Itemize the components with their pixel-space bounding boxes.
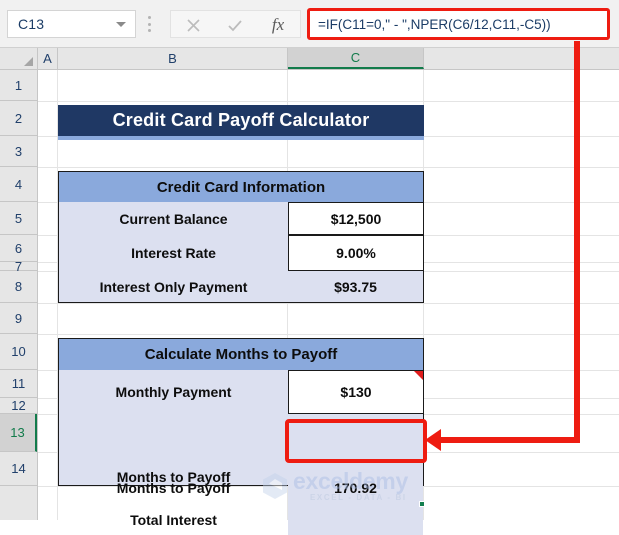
row-header-10[interactable]: 10 (0, 334, 37, 370)
interest-rate-value[interactable]: 9.00% (288, 235, 424, 271)
column-header-b[interactable]: B (58, 48, 288, 69)
monthly-payment-label: Monthly Payment (115, 384, 232, 400)
title-underline (58, 136, 424, 140)
calculate-months-to-payoff-header-label: Calculate Months to Payoff (144, 346, 338, 363)
spreadsheet-grid[interactable]: A B C 1 2 3 4 5 6 7 8 9 10 11 12 13 14 C… (0, 48, 619, 535)
row-header-2[interactable]: 2 (0, 101, 37, 136)
formula-bar-icon-group: fx (170, 10, 301, 38)
row-header-5[interactable]: 5 (0, 202, 37, 235)
gridline-row-8 (38, 303, 619, 304)
annotation-connector-vertical (574, 41, 580, 443)
row-header-9[interactable]: 9 (0, 303, 37, 334)
formula-input[interactable]: =IF(C11=0," - ",NPER(C6/12,C11,-C5)) (307, 8, 610, 40)
row-header-column: 1 2 3 4 5 6 7 8 9 10 11 12 13 14 (0, 70, 38, 520)
row-header-14[interactable]: 14 (0, 452, 37, 486)
column-header-row: A B C (0, 48, 619, 70)
total-interest-label: Total Interest (130, 512, 217, 528)
close-icon[interactable] (171, 11, 215, 39)
annotation-connector-horizontal (440, 437, 580, 443)
row-header-11[interactable]: 11 (0, 370, 37, 398)
formula-text: =IF(C11=0," - ",NPER(C6/12,C11,-C5)) (318, 16, 551, 32)
row-header-8[interactable]: 8 (0, 271, 37, 303)
row-header-12[interactable]: 12 (0, 398, 37, 414)
formula-bar-ellipsis-handle[interactable] (148, 16, 151, 32)
name-box-value: C13 (18, 16, 45, 32)
comment-indicator-icon (414, 371, 423, 380)
current-balance-value[interactable]: $12,500 (288, 202, 424, 235)
row-header-4[interactable]: 4 (0, 167, 37, 202)
current-balance-label: Current Balance (119, 210, 228, 227)
row-header-3[interactable]: 3 (0, 136, 37, 167)
row-header-13[interactable]: 13 (0, 414, 37, 452)
gridline-row-9 (38, 334, 619, 335)
gridline-row-1 (38, 101, 619, 102)
interest-only-payment-value[interactable]: $93.75 (288, 271, 423, 302)
credit-card-information-header: Credit Card Information (59, 172, 423, 202)
months-to-payoff-label-main: Months to Payoff (116, 480, 231, 496)
name-box[interactable]: C13 (7, 10, 136, 38)
select-all-triangle-icon (24, 57, 33, 66)
arrow-left-icon (425, 429, 441, 451)
credit-card-information-header-label: Credit Card Information (156, 178, 326, 196)
selection-fill-handle[interactable] (419, 501, 425, 507)
interest-only-payment-label: Interest Only Payment (99, 278, 248, 295)
monthly-payment-value[interactable]: $130 (288, 370, 424, 414)
chevron-down-icon[interactable] (116, 22, 126, 27)
select-all-corner[interactable] (0, 48, 38, 69)
row-header-1[interactable]: 1 (0, 70, 37, 101)
sheet-title-banner: Credit Card Payoff Calculator (58, 105, 424, 136)
check-icon[interactable] (213, 11, 257, 39)
interest-rate-label: Interest Rate (131, 245, 216, 261)
gridline-row-3 (38, 167, 619, 168)
page-title: Credit Card Payoff Calculator (112, 110, 370, 130)
months-to-payoff-value[interactable]: 170.92 (288, 471, 423, 505)
fx-icon[interactable]: fx (256, 11, 300, 39)
row-header-7[interactable]: 7 (0, 259, 37, 274)
calculate-months-to-payoff-header: Calculate Months to Payoff (59, 339, 423, 370)
total-interest-value[interactable] (288, 505, 423, 535)
formula-bar: C13 fx =IF(C11=0," - ",NPER(C6/12,C11,-C… (0, 0, 619, 48)
column-header-c[interactable]: C (288, 48, 424, 69)
column-header-a[interactable]: A (38, 48, 58, 69)
